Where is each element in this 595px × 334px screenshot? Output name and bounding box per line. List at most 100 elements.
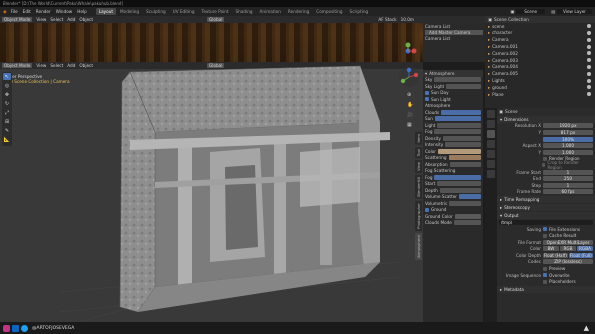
upper-viewport[interactable]: Object Mode View Select Add Object Globa… [0, 16, 485, 62]
tab-photographer[interactable]: Photographer [414, 200, 422, 231]
atm-row[interactable]: Clouds Mode [423, 220, 483, 227]
atm-field[interactable] [459, 194, 481, 200]
transform-tool-icon[interactable]: ⊞ [3, 118, 11, 125]
annotate-tool-icon[interactable]: ✎ [3, 127, 11, 134]
dimensions-header[interactable]: ▾ Dimensions [497, 115, 595, 123]
outliner-item[interactable]: ▸ Lights [485, 77, 595, 84]
preview-checkbox[interactable] [543, 266, 547, 271]
eye-icon[interactable] [587, 64, 591, 69]
atm-row[interactable]: Depth [423, 187, 483, 194]
zoom-icon[interactable]: ⊕ [407, 92, 411, 98]
tab-compositing[interactable]: Compositing [313, 8, 345, 15]
tab-atmosphere[interactable]: Atmosphere [414, 232, 422, 260]
eye-icon[interactable] [587, 71, 591, 76]
twitter-icon[interactable] [21, 324, 28, 332]
atm-field[interactable] [434, 77, 481, 83]
atm-field[interactable] [449, 161, 481, 167]
atm-field[interactable] [434, 116, 481, 122]
output-path-field[interactable]: /tmp\ [499, 219, 593, 225]
menu-window[interactable]: Window [56, 9, 73, 14]
frame-end-field[interactable]: 250 [543, 176, 593, 182]
atm-row[interactable]: Absorption [423, 161, 483, 168]
render-region-checkbox[interactable] [543, 156, 547, 161]
tab-sculpting[interactable]: Sculpting [143, 8, 169, 15]
instagram-icon[interactable] [3, 324, 10, 332]
menu-render[interactable]: Render [36, 9, 51, 14]
view-layer-props-icon[interactable] [487, 140, 495, 148]
outliner-item[interactable]: ▸ Camera.003 [485, 57, 595, 64]
aspect-y-field[interactable]: 1.000 [543, 149, 593, 155]
menu-edit[interactable]: Edit [23, 9, 31, 14]
color-bw-button[interactable]: BW [543, 246, 559, 252]
cache-result-checkbox[interactable] [543, 233, 547, 238]
file-extensions-checkbox[interactable] [543, 227, 547, 232]
atm-field[interactable] [439, 187, 481, 193]
eye-icon[interactable] [587, 51, 591, 56]
rotate-tool-icon[interactable]: ↻ [3, 100, 11, 107]
aspect-x-field[interactable]: 1.000 [543, 143, 593, 149]
outliner-item[interactable]: ▸ Plane [485, 91, 595, 98]
atm-field[interactable] [446, 83, 481, 89]
atm-color-swatch[interactable] [437, 148, 481, 154]
tab-item[interactable]: Item [414, 132, 422, 145]
output-header[interactable]: ▾ Output [497, 212, 595, 220]
metadata-header[interactable]: ▸ Metadata [497, 286, 595, 294]
color-rgba-button[interactable]: RGBA [577, 246, 593, 252]
move-tool-icon[interactable]: ✥ [3, 91, 11, 98]
select-tool-icon[interactable]: ↖ [3, 73, 11, 80]
scene-selector[interactable]: Scene [516, 9, 546, 14]
scene-props-icon[interactable] [487, 150, 495, 158]
tab-animation[interactable]: Animation [257, 8, 284, 15]
eye-icon[interactable] [587, 85, 591, 90]
checkbox[interactable] [425, 97, 429, 102]
upper-menu-object[interactable]: Object [79, 17, 93, 22]
frame-start-field[interactable]: 1 [543, 169, 593, 175]
atm-row[interactable]: Color [423, 148, 483, 155]
object-props-icon[interactable] [487, 170, 495, 178]
menu-view[interactable]: View [36, 63, 46, 68]
outliner-item[interactable]: ▸ character [485, 30, 595, 37]
outliner-item[interactable]: ▸ Camera.004 [485, 64, 595, 71]
eye-icon[interactable] [587, 78, 591, 83]
eye-icon[interactable] [587, 44, 591, 49]
atm-color-swatch[interactable] [454, 213, 481, 219]
atm-field[interactable] [445, 142, 481, 148]
atm-field[interactable] [449, 200, 481, 206]
tab-blenderkit[interactable]: BlenderKit [414, 175, 422, 199]
tab-view[interactable]: View [414, 160, 422, 174]
upper-menu-view[interactable]: View [36, 17, 46, 22]
add-master-camera-button[interactable]: Add Master Camera [425, 30, 483, 35]
view-layer-selector[interactable]: View Layer [557, 9, 592, 14]
atm-field[interactable] [441, 109, 481, 115]
checkbox[interactable] [425, 207, 429, 212]
tab-rendering[interactable]: Rendering [285, 8, 312, 15]
world-props-icon[interactable] [487, 160, 495, 168]
upper-menu-add[interactable]: Add [67, 17, 75, 22]
resolution-x-field[interactable]: 1920 px [543, 123, 593, 129]
file-format-select[interactable]: OpenEXR MultiLayer [543, 239, 593, 245]
grid-view-icon[interactable]: ▦ [407, 122, 412, 128]
eye-icon[interactable] [587, 30, 591, 35]
atm-row[interactable]: Fog [423, 174, 483, 181]
scale-tool-icon[interactable]: ⤢ [3, 109, 11, 116]
eye-icon[interactable] [587, 37, 591, 42]
tab-uv-editing[interactable]: UV Editing [170, 8, 198, 15]
outliner-item[interactable]: ▸ Camera.001 [485, 43, 595, 50]
checkbox[interactable] [425, 90, 429, 95]
pan-hand-icon[interactable]: ✋ [407, 102, 413, 108]
atm-row[interactable]: Light [423, 122, 483, 129]
upper-transform-select[interactable]: Global [207, 17, 225, 22]
frame-rate-select[interactable]: 60 fps [543, 189, 593, 195]
mode-select[interactable]: Object Mode [2, 63, 33, 68]
atm-color-swatch[interactable] [448, 155, 481, 161]
tab-texture-paint[interactable]: Texture Paint [199, 8, 232, 15]
outliner-item[interactable]: ▸ Camera.005 [485, 70, 595, 77]
placeholders-checkbox[interactable] [543, 279, 547, 284]
outliner-item[interactable]: ▸ scene [485, 23, 595, 30]
depth-full-button[interactable]: Float (Full) [568, 252, 593, 258]
eye-icon[interactable] [587, 92, 591, 97]
atm-field[interactable] [437, 181, 481, 187]
resolution-percent-field[interactable]: 100% [543, 136, 593, 142]
main-viewport[interactable]: Object Mode View Select Add Object Globa… [0, 62, 423, 322]
atm-field[interactable] [434, 174, 481, 180]
